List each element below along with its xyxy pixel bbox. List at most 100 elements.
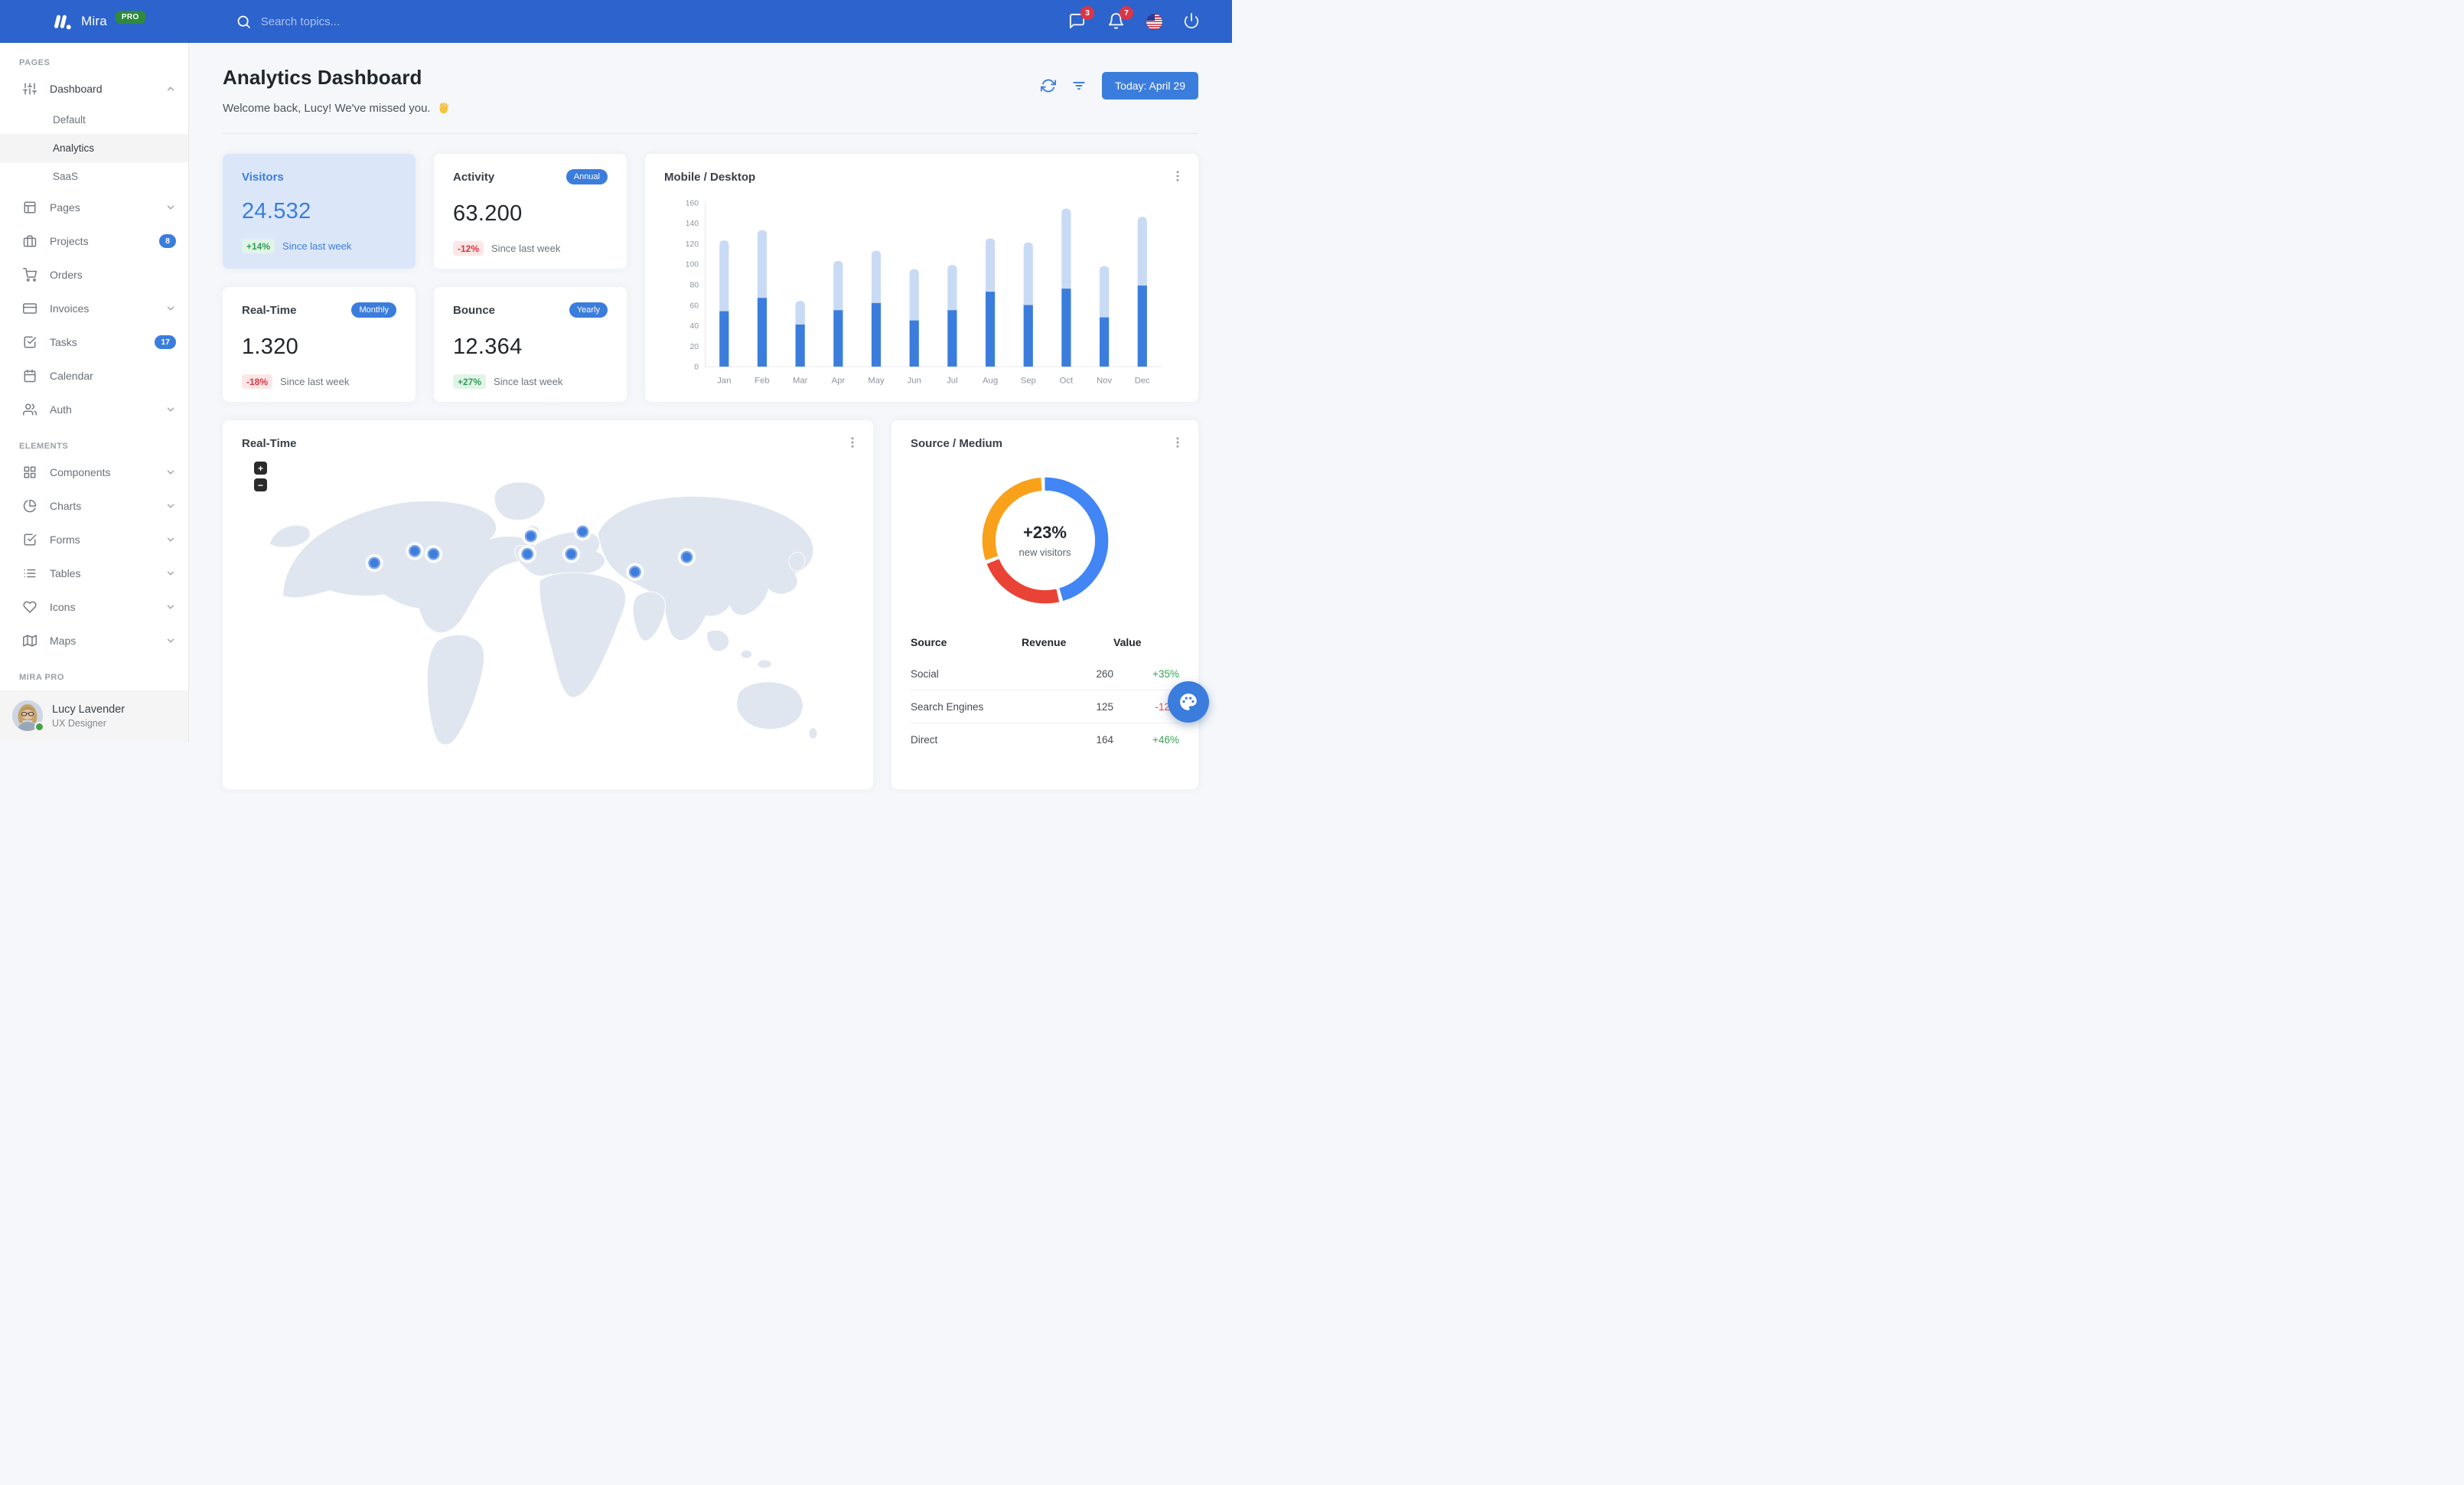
check-square-icon bbox=[24, 534, 37, 546]
sidebar-user[interactable]: Lucy Lavender UX Designer bbox=[0, 690, 188, 742]
user-name: Lucy Lavender bbox=[52, 703, 125, 716]
donut-chart: +23% new visitors bbox=[976, 471, 1115, 610]
sidebar-item-orders[interactable]: Orders bbox=[0, 258, 188, 292]
chevron-down-icon bbox=[167, 470, 174, 475]
chevron-up-icon bbox=[167, 86, 174, 91]
sliders-icon bbox=[23, 83, 37, 95]
map-title: Real-Time bbox=[242, 437, 297, 450]
navbar-actions: 3 7 bbox=[1068, 6, 1212, 31]
sidebar-item-forms[interactable]: Forms bbox=[0, 523, 188, 556]
svg-text:Jan: Jan bbox=[717, 377, 731, 386]
check-square-icon bbox=[24, 336, 37, 348]
map-zoom-in-button[interactable]: + bbox=[254, 462, 267, 475]
sign-out-button[interactable] bbox=[1183, 12, 1201, 31]
donut-title: Source / Medium bbox=[911, 437, 1003, 450]
sidebar-item-invoices[interactable]: Invoices bbox=[0, 292, 188, 325]
language-flag-us[interactable] bbox=[1146, 13, 1162, 30]
sidebar-item-auth[interactable]: Auth bbox=[0, 393, 188, 426]
stat-title: Visitors bbox=[242, 171, 284, 184]
source-medium-card: Source / Medium +23% new visitors Source… bbox=[891, 420, 1198, 789]
svg-text:Oct: Oct bbox=[1060, 377, 1074, 386]
sidebar-item-default[interactable]: Default bbox=[0, 106, 188, 134]
theme-settings-fab[interactable] bbox=[1168, 681, 1209, 723]
calendar-icon bbox=[24, 369, 36, 383]
stat-caption: Since last week bbox=[282, 240, 352, 252]
sidebar-item-projects[interactable]: Projects 8 bbox=[0, 224, 188, 258]
brand[interactable]: Mira PRO bbox=[51, 10, 145, 33]
messages-count-badge: 3 bbox=[1080, 6, 1094, 20]
sidebar-item-tables[interactable]: Tables bbox=[0, 556, 188, 590]
world-map[interactable] bbox=[242, 459, 854, 757]
list-icon bbox=[24, 569, 36, 578]
sidebar-item-components[interactable]: Components bbox=[0, 455, 188, 489]
top-navbar: Mira PRO 3 7 bbox=[0, 0, 1232, 43]
pro-badge: PRO bbox=[115, 10, 145, 24]
sidebar-item-analytics[interactable]: Analytics bbox=[0, 134, 188, 162]
svg-text:Apr: Apr bbox=[832, 377, 846, 386]
table-row[interactable]: Direct 164 +46% bbox=[911, 723, 1179, 756]
period-badge[interactable]: Yearly bbox=[569, 302, 608, 318]
sidebar-section-elements: Elements bbox=[19, 442, 69, 451]
refresh-button[interactable] bbox=[1041, 78, 1057, 93]
svg-text:160: 160 bbox=[686, 199, 699, 207]
svg-text:Jul: Jul bbox=[947, 377, 957, 386]
svg-text:20: 20 bbox=[690, 343, 699, 351]
sidebar-item-pages[interactable]: Pages bbox=[0, 191, 188, 224]
sidebar-item-calendar[interactable]: Calendar bbox=[0, 359, 188, 393]
svg-text:140: 140 bbox=[686, 220, 699, 228]
kebab-menu-icon bbox=[1176, 437, 1179, 448]
header-divider bbox=[223, 133, 1198, 134]
svg-text:Feb: Feb bbox=[755, 377, 769, 386]
search-icon bbox=[236, 14, 252, 30]
svg-text:Jun: Jun bbox=[908, 377, 921, 386]
column-header: Revenue bbox=[1022, 636, 1067, 648]
table-row[interactable]: Social 260 +35% bbox=[911, 658, 1179, 690]
projects-count-badge: 8 bbox=[159, 234, 176, 248]
chevron-down-icon bbox=[167, 605, 174, 609]
brand-name: Mira bbox=[81, 14, 107, 28]
shopping-cart-icon bbox=[23, 268, 37, 282]
svg-text:40: 40 bbox=[690, 322, 699, 331]
svg-text:Aug: Aug bbox=[983, 377, 998, 386]
sidebar-item-maps[interactable]: Maps bbox=[0, 624, 188, 658]
filter-button[interactable] bbox=[1071, 78, 1087, 93]
card-menu-button[interactable] bbox=[846, 436, 859, 449]
stat-caption: Since last week bbox=[494, 376, 563, 387]
notifications-button[interactable]: 7 bbox=[1107, 6, 1133, 31]
chevron-down-icon bbox=[167, 306, 174, 311]
messages-button[interactable]: 3 bbox=[1068, 6, 1094, 31]
chart-title: Mobile / Desktop bbox=[664, 171, 756, 184]
column-header: Source bbox=[911, 636, 947, 648]
navbar-search[interactable] bbox=[236, 14, 437, 30]
stat-value: 1.320 bbox=[242, 335, 299, 359]
period-badge[interactable]: Monthly bbox=[351, 302, 396, 318]
pie-chart-icon bbox=[23, 499, 37, 513]
donut-center-value: +23% bbox=[1023, 523, 1067, 542]
power-icon bbox=[1184, 12, 1199, 29]
map-zoom-out-button[interactable]: − bbox=[254, 478, 267, 491]
search-input[interactable] bbox=[260, 15, 437, 28]
period-badge[interactable]: Annual bbox=[565, 169, 608, 184]
date-range-button[interactable]: Today: April 29 bbox=[1102, 72, 1198, 100]
mira-logo-icon bbox=[51, 11, 73, 33]
stat-card-activity: Activity Annual 63.200 -12% Since last w… bbox=[434, 154, 627, 269]
stat-card-realtime: Real-Time Monthly 1.320 -18% Since last … bbox=[223, 287, 416, 402]
stat-caption: Since last week bbox=[491, 243, 561, 254]
sidebar-item-icons[interactable]: Icons bbox=[0, 590, 188, 624]
chevron-down-icon bbox=[167, 407, 174, 412]
source-table: Source Revenue Value Social 260 +35% Sea… bbox=[911, 628, 1179, 756]
sidebar-item-tasks[interactable]: Tasks 17 bbox=[0, 325, 188, 359]
card-menu-button[interactable] bbox=[1171, 169, 1185, 183]
table-row[interactable]: Search Engines 125 -12% bbox=[911, 690, 1179, 723]
sidebar-item-dashboard[interactable]: Dashboard bbox=[0, 72, 188, 106]
welcome-message: Welcome back, Lucy! We've missed you. bbox=[223, 101, 431, 115]
layout-icon bbox=[24, 201, 36, 214]
sidebar-item-saas[interactable]: SaaS bbox=[0, 162, 188, 191]
card-menu-button[interactable] bbox=[1171, 436, 1185, 449]
map-icon bbox=[23, 635, 37, 647]
stat-value: 24.532 bbox=[242, 199, 311, 224]
sidebar-item-charts[interactable]: Charts bbox=[0, 489, 188, 523]
stat-card-visitors: Visitors 24.532 +14% Since last week bbox=[223, 154, 416, 269]
mobile-desktop-chart: 0 20 40 60 80 100 120 140 160 Jan Feb Mar Apr May Jun J… bbox=[686, 199, 1162, 386]
chevron-down-icon bbox=[167, 205, 174, 210]
